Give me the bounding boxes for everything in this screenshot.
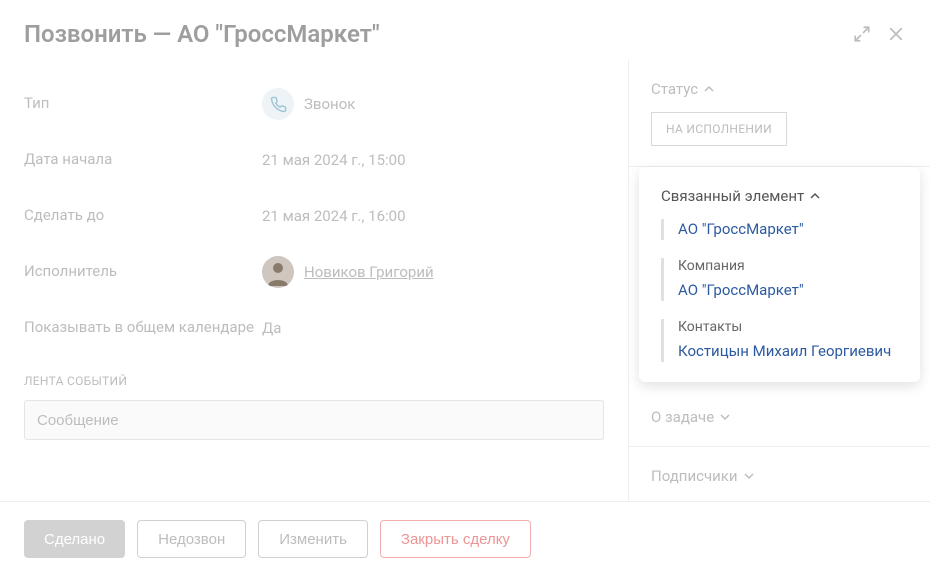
done-button[interactable]: Сделано (24, 520, 125, 558)
about-header[interactable]: О задаче (651, 408, 908, 426)
field-label-assignee: Исполнитель (24, 262, 262, 282)
field-label-shared: Показывать в общем календаре (24, 318, 262, 338)
assignee-link[interactable]: Новиков Григорий (304, 263, 434, 281)
type-value-text: Звонок (304, 95, 355, 113)
dialog-body: Тип Звонок Дата начала 21 мая 2024 г., 1… (0, 60, 930, 501)
field-value-assignee: Новиков Григорий (262, 256, 604, 288)
field-due-date: Сделать до 21 мая 2024 г., 16:00 (24, 188, 604, 244)
related-title: Связанный элемент (661, 187, 804, 205)
related-primary-block: АО "ГроссМаркет" (661, 219, 898, 240)
field-assignee: Исполнитель Новиков Григорий (24, 244, 604, 300)
close-icon[interactable] (886, 24, 906, 44)
message-input[interactable] (24, 400, 604, 440)
subscribers-title: Подписчики (651, 467, 738, 485)
chevron-up-icon (704, 84, 714, 94)
status-title: Статус (651, 80, 698, 98)
status-header[interactable]: Статус (651, 80, 908, 98)
sidebar: Статус НА ИСПОЛНЕНИИ Связанный элемент (628, 60, 930, 501)
chevron-down-icon (720, 412, 730, 422)
no-answer-button[interactable]: Недозвон (137, 520, 246, 558)
sidebar-section-status: Статус НА ИСПОЛНЕНИИ (629, 60, 930, 167)
events-section: ЛЕНТА СОБЫТИЙ (24, 374, 604, 440)
dialog-header-actions (852, 24, 906, 44)
main-column: Тип Звонок Дата начала 21 мая 2024 г., 1… (0, 60, 628, 501)
task-dialog: Позвонить — АО "ГроссМаркет" Тип (0, 0, 930, 576)
field-label-start: Дата начала (24, 150, 262, 170)
field-value-start: 21 мая 2024 г., 15:00 (262, 151, 604, 169)
related-contacts-label: Контакты (678, 319, 898, 335)
subscribers-header[interactable]: Подписчики (651, 467, 908, 485)
related-header[interactable]: Связанный элемент (661, 187, 898, 205)
field-value-type: Звонок (262, 88, 604, 120)
chevron-down-icon (744, 471, 754, 481)
about-title: О задаче (651, 408, 714, 426)
fields-list: Тип Звонок Дата начала 21 мая 2024 г., 1… (24, 60, 604, 356)
sidebar-section-related: Связанный элемент АО "ГроссМаркет" Компа… (639, 167, 920, 382)
chevron-up-icon (810, 191, 820, 201)
field-value-due: 21 мая 2024 г., 16:00 (262, 207, 604, 225)
dialog-header: Позвонить — АО "ГроссМаркет" (0, 0, 930, 60)
field-label-due: Сделать до (24, 206, 262, 226)
edit-button[interactable]: Изменить (258, 520, 368, 558)
avatar (262, 256, 294, 288)
sidebar-section-subscribers: Подписчики (629, 447, 930, 501)
related-company-link[interactable]: АО "ГроссМаркет" (678, 280, 898, 301)
field-type: Тип Звонок (24, 76, 604, 132)
status-badge[interactable]: НА ИСПОЛНЕНИИ (651, 112, 787, 146)
dialog-title: Позвонить — АО "ГроссМаркет" (24, 20, 380, 48)
close-deal-button[interactable]: Закрыть сделку (380, 520, 531, 558)
related-company-label: Компания (678, 258, 898, 274)
dialog-footer: Сделано Недозвон Изменить Закрыть сделку (0, 501, 930, 576)
phone-icon (262, 88, 294, 120)
field-shared-calendar: Показывать в общем календаре Да (24, 300, 604, 356)
related-content: АО "ГроссМаркет" Компания АО "ГроссМарке… (661, 219, 898, 362)
expand-icon[interactable] (852, 24, 872, 44)
field-label-type: Тип (24, 94, 262, 114)
related-primary-link[interactable]: АО "ГроссМаркет" (678, 219, 898, 240)
related-company-block: Компания АО "ГроссМаркет" (661, 258, 898, 301)
related-contacts-link[interactable]: Костицын Михаил Георгиевич (678, 341, 898, 362)
field-start-date: Дата начала 21 мая 2024 г., 15:00 (24, 132, 604, 188)
sidebar-section-about: О задаче (629, 388, 930, 447)
field-value-shared: Да (262, 319, 604, 337)
related-contacts-block: Контакты Костицын Михаил Георгиевич (661, 319, 898, 362)
events-title: ЛЕНТА СОБЫТИЙ (24, 374, 604, 388)
